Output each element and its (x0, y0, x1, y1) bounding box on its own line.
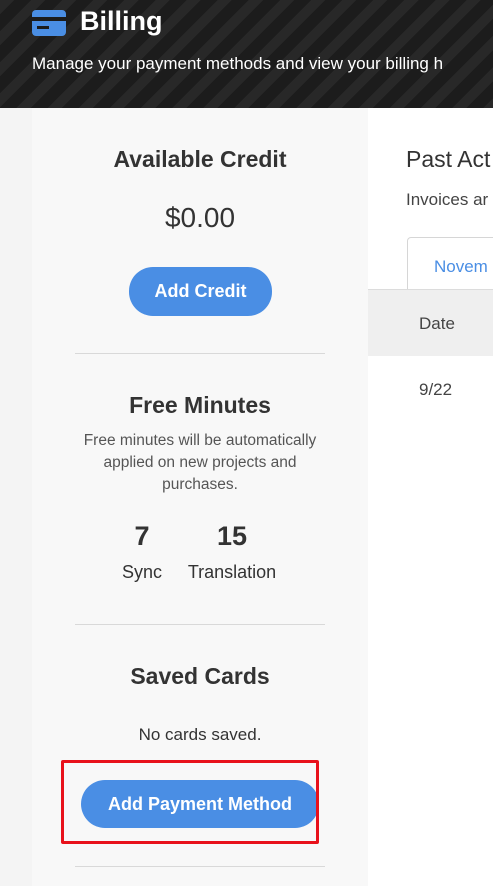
divider (75, 624, 325, 625)
past-activity-subtitle: Invoices ar (406, 190, 489, 209)
divider (75, 353, 325, 354)
free-minutes-title: Free Minutes (129, 392, 271, 418)
translation-minutes-value: 15 (216, 521, 248, 551)
table-cell-date: 9/22 (419, 380, 453, 399)
highlight-box (61, 760, 319, 844)
page-subtitle: Manage your payment methods and view you… (32, 54, 444, 73)
credit-card-icon (32, 10, 66, 36)
page-header: Billing Manage your payment methods and … (0, 0, 493, 108)
divider (75, 866, 325, 867)
column-header-date[interactable]: Date (419, 314, 455, 334)
translation-minutes-label: Translation (187, 562, 277, 582)
past-activity-title: Past Act (406, 146, 491, 172)
available-credit-title: Available Credit (113, 146, 287, 172)
sync-minutes-value: 7 (134, 521, 150, 551)
sync-minutes-label: Sync (121, 562, 163, 582)
past-activity-panel: Past Act Invoices ar Novem Date 9/22 (368, 108, 493, 886)
add-credit-button[interactable]: Add Credit (129, 267, 272, 316)
saved-cards-title: Saved Cards (130, 663, 270, 689)
tab-month[interactable]: Novem (407, 237, 493, 289)
billing-summary-panel: Available Credit $0.00 Add Credit Free M… (32, 108, 368, 886)
page-title: Billing (80, 6, 163, 36)
free-minutes-description: Free minutes will be automatically appli… (83, 432, 317, 493)
credit-amount: $0.00 (164, 202, 236, 233)
no-cards-text: No cards saved. (138, 725, 262, 744)
table-header: Date (368, 289, 493, 356)
